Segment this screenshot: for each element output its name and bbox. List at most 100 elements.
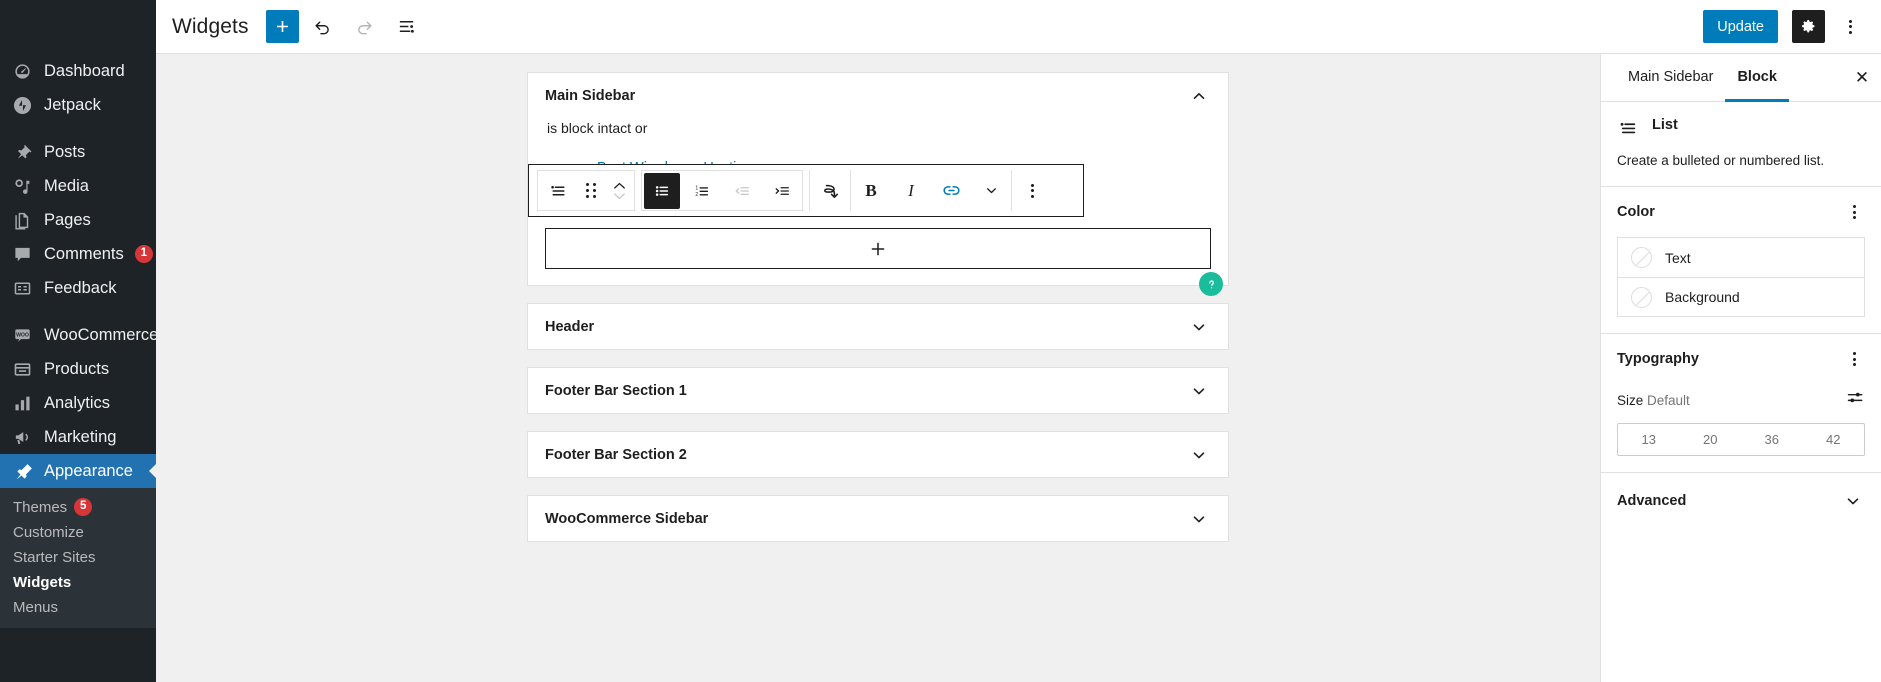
sidebar-item-comments[interactable]: Comments 1 bbox=[0, 237, 156, 271]
advanced-section-toggle[interactable]: Advanced bbox=[1601, 473, 1881, 529]
sidebar-item-woocommerce[interactable]: WOO WooCommerce bbox=[0, 318, 156, 352]
move-up-down-icon[interactable] bbox=[604, 170, 634, 211]
list-icon bbox=[551, 185, 565, 196]
transform-group bbox=[809, 170, 850, 211]
chevron-down-icon[interactable] bbox=[1187, 507, 1211, 531]
submenu-label: Widgets bbox=[13, 574, 72, 591]
editor-header: Widgets Update bbox=[156, 0, 1881, 54]
add-block-button[interactable] bbox=[265, 10, 299, 43]
widget-area-woocommerce-sidebar: WooCommerce Sidebar bbox=[527, 495, 1229, 542]
block-inspector: Main Sidebar Block ✕ List Create a bulle… bbox=[1600, 54, 1881, 682]
more-rich-text-icon[interactable] bbox=[971, 170, 1011, 211]
update-button[interactable]: Update bbox=[1703, 10, 1778, 43]
chevron-down-icon[interactable] bbox=[1187, 443, 1211, 467]
chevron-up-icon[interactable] bbox=[1187, 84, 1211, 108]
widget-area-header[interactable]: Main Sidebar bbox=[528, 73, 1228, 118]
block-mover-group bbox=[537, 170, 635, 211]
marketing-icon bbox=[11, 426, 33, 448]
sidebar-item-dashboard[interactable]: Dashboard bbox=[0, 54, 156, 88]
link-button[interactable] bbox=[931, 170, 971, 211]
block-name: List bbox=[1652, 117, 1678, 133]
widget-area-header-row[interactable]: Footer Bar Section 2 bbox=[528, 432, 1228, 477]
block-appender[interactable] bbox=[545, 228, 1211, 269]
tab-block[interactable]: Block bbox=[1725, 54, 1789, 102]
ordered-list-icon[interactable]: 12 bbox=[682, 170, 722, 211]
redo-button[interactable] bbox=[346, 8, 383, 45]
redo-arrow-icon[interactable] bbox=[810, 170, 850, 211]
custom-size-toggle-icon[interactable] bbox=[1846, 388, 1865, 412]
list-icon bbox=[1617, 116, 1641, 144]
close-icon[interactable]: ✕ bbox=[1845, 61, 1879, 95]
chevron-down-icon[interactable] bbox=[1187, 379, 1211, 403]
sidebar-item-products[interactable]: Products bbox=[0, 352, 156, 386]
chevron-down-icon[interactable] bbox=[1187, 315, 1211, 339]
block-card: List bbox=[1617, 116, 1865, 144]
color-section: Color Text Background bbox=[1601, 187, 1881, 334]
sidebar-item-jetpack[interactable]: Jetpack bbox=[0, 88, 156, 122]
drag-handle-icon[interactable] bbox=[578, 170, 604, 211]
submenu-item-starter-sites[interactable]: Starter Sites bbox=[0, 545, 156, 570]
font-size-option-20[interactable]: 20 bbox=[1680, 424, 1742, 455]
list-view-button[interactable] bbox=[388, 8, 425, 45]
pages-icon bbox=[11, 209, 33, 231]
color-controls: Text Background bbox=[1617, 237, 1865, 317]
bold-button[interactable]: B bbox=[851, 170, 891, 211]
sidebar-item-analytics[interactable]: Analytics bbox=[0, 386, 156, 420]
block-options-icon[interactable] bbox=[1012, 170, 1052, 211]
sidebar-item-media[interactable]: Media bbox=[0, 169, 156, 203]
block-card-section: List Create a bulleted or numbered list. bbox=[1601, 102, 1881, 187]
block-options-group bbox=[1011, 170, 1052, 211]
color-row-label: Text bbox=[1665, 249, 1691, 266]
sidebar-item-marketing[interactable]: Marketing bbox=[0, 420, 156, 454]
sidebar-item-label: Pages bbox=[44, 210, 91, 229]
more-options-button[interactable] bbox=[1834, 10, 1867, 43]
outdent-icon[interactable] bbox=[722, 170, 762, 211]
sidebar-item-label: Media bbox=[44, 176, 89, 195]
block-type-list-icon[interactable] bbox=[538, 170, 578, 211]
gear-icon bbox=[1802, 19, 1815, 33]
redo-icon bbox=[357, 21, 372, 35]
tab-main-sidebar[interactable]: Main Sidebar bbox=[1616, 54, 1725, 102]
svg-text:2: 2 bbox=[695, 191, 698, 197]
sidebar-item-feedback[interactable]: Feedback bbox=[0, 271, 156, 305]
italic-button[interactable]: I bbox=[891, 170, 931, 211]
help-bubble-icon[interactable] bbox=[1199, 272, 1223, 296]
typography-options-icon[interactable] bbox=[1843, 348, 1865, 370]
font-size-label: Size Default bbox=[1617, 393, 1690, 408]
options-icon bbox=[1852, 205, 1856, 219]
submenu-item-menus[interactable]: Menus bbox=[0, 595, 156, 620]
font-size-option-13[interactable]: 13 bbox=[1618, 424, 1680, 455]
font-size-presets: 13 20 36 42 bbox=[1617, 423, 1865, 456]
themes-count-badge: 5 bbox=[74, 498, 93, 516]
sidebar-item-posts[interactable]: Posts bbox=[0, 135, 156, 169]
unordered-list-icon[interactable] bbox=[644, 172, 680, 209]
menu-separator bbox=[0, 122, 156, 135]
submenu-item-customize[interactable]: Customize bbox=[0, 520, 156, 545]
widget-area-header-row[interactable]: Header bbox=[528, 304, 1228, 349]
link-icon bbox=[942, 186, 960, 195]
widgets-canvas: Main Sidebar is block intact or 1 2 B I … bbox=[156, 54, 1600, 682]
widget-area-header-row[interactable]: Footer Bar Section 1 bbox=[528, 368, 1228, 413]
sidebar-item-label: Comments bbox=[44, 244, 124, 263]
list-view-icon bbox=[399, 21, 414, 33]
submenu-item-themes[interactable]: Themes 5 bbox=[0, 494, 156, 520]
menu-separator bbox=[0, 305, 156, 318]
font-size-option-42[interactable]: 42 bbox=[1803, 424, 1865, 455]
page-title: Widgets bbox=[172, 14, 249, 38]
undo-button[interactable] bbox=[304, 8, 341, 45]
media-icon bbox=[11, 175, 33, 197]
sidebar-item-pages[interactable]: Pages bbox=[0, 203, 156, 237]
indent-icon[interactable] bbox=[762, 170, 802, 211]
appearance-submenu: Themes 5 Customize Starter Sites Widgets… bbox=[0, 488, 156, 628]
submenu-item-widgets[interactable]: Widgets bbox=[0, 570, 156, 595]
undo-icon bbox=[314, 21, 329, 35]
sidebar-item-appearance[interactable]: Appearance bbox=[0, 454, 156, 488]
curved-arrow-icon bbox=[824, 184, 838, 198]
color-row-text[interactable]: Text bbox=[1618, 238, 1864, 277]
settings-button[interactable] bbox=[1792, 10, 1825, 43]
font-size-option-36[interactable]: 36 bbox=[1741, 424, 1803, 455]
chevron-down-icon[interactable] bbox=[1841, 489, 1865, 513]
widget-area-header-row[interactable]: WooCommerce Sidebar bbox=[528, 496, 1228, 541]
color-options-icon[interactable] bbox=[1843, 201, 1865, 223]
color-row-background[interactable]: Background bbox=[1618, 277, 1864, 316]
